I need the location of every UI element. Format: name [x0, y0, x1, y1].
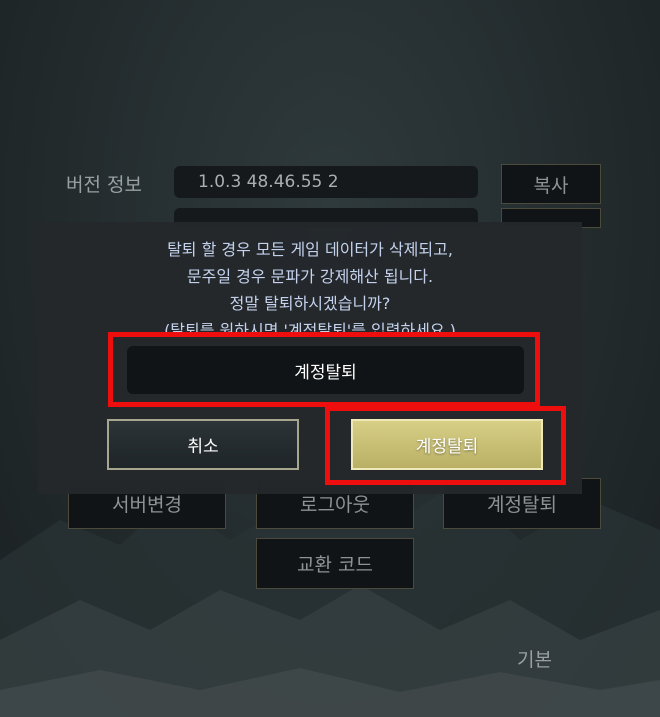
button-highlight-box — [325, 406, 566, 485]
cancel-button[interactable]: 취소 — [107, 419, 299, 470]
version-label: 버전 정보 — [66, 174, 142, 196]
version-field: 1.0.3 48.46.55 2 — [174, 166, 478, 198]
exchange-code-button[interactable]: 교환 코드 — [256, 538, 414, 589]
message-line: 정말 탈퇴하시겠습니까? — [229, 294, 391, 313]
input-highlight-box — [108, 332, 540, 407]
copy-button[interactable]: 복사 — [501, 164, 601, 204]
message-line: 문주일 경우 문파가 강제해산 됩니다. — [186, 267, 434, 286]
basic-label: 기본 — [517, 649, 552, 671]
message-line: 탈퇴 할 경우 모든 게임 데이터가 삭제되고, — [167, 240, 453, 259]
dialog-message: 탈퇴 할 경우 모든 게임 데이터가 삭제되고, 문주일 경우 문파가 강제해산… — [38, 236, 582, 336]
